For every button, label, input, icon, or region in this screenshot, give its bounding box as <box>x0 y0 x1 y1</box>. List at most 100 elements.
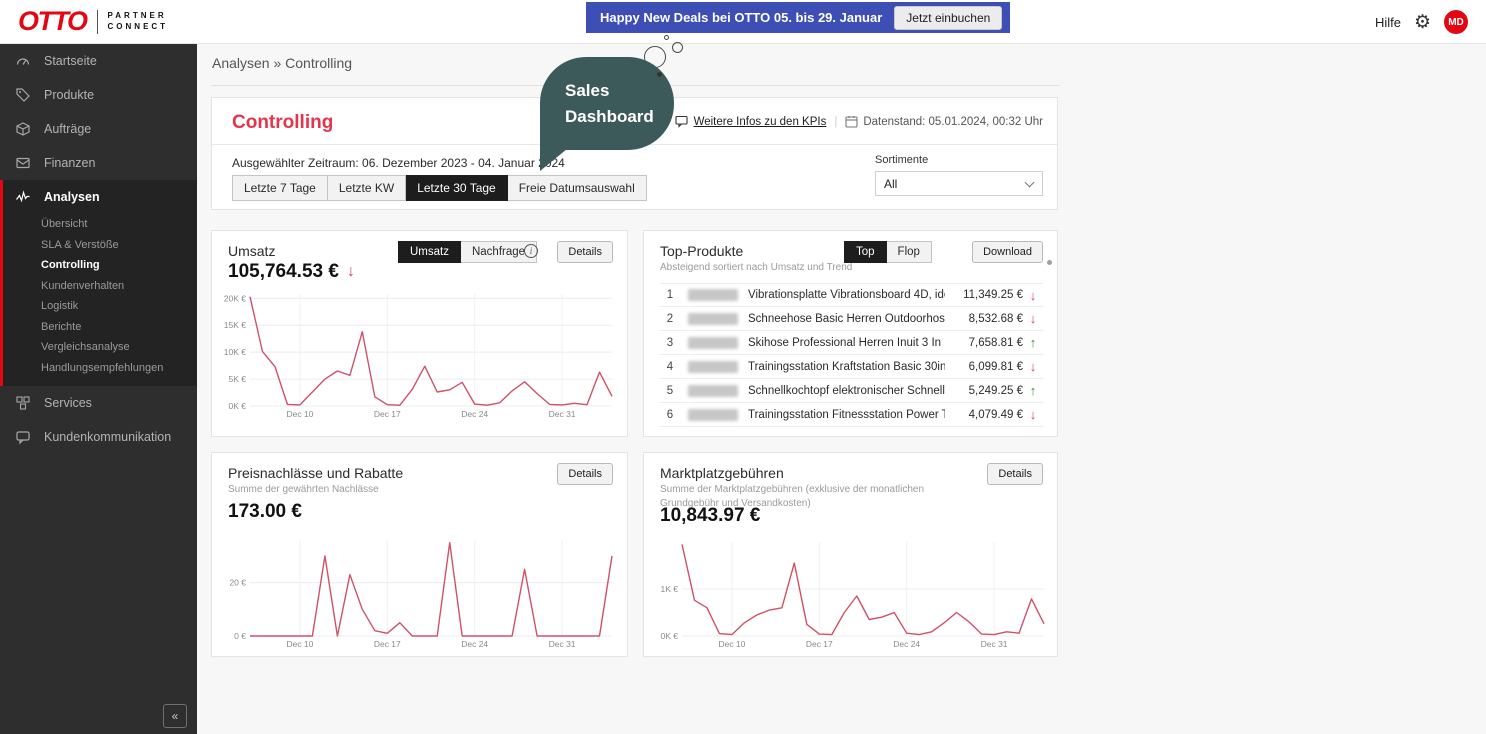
chevron-down-icon <box>1025 178 1035 188</box>
sidebar-item-finanzen[interactable]: Finanzen <box>0 146 197 180</box>
range-button-letzte-kw[interactable]: Letzte KW <box>328 175 406 201</box>
product-row[interactable]: 2 Schneehose Basic Herren Outdoorhose Re… <box>660 307 1043 331</box>
umsatz-card-title: Umsatz <box>228 243 275 259</box>
download-button[interactable]: Download <box>972 241 1043 263</box>
svg-text:Dec 10: Dec 10 <box>286 409 313 419</box>
jetzt-einbuchen-button[interactable]: Jetzt einbuchen <box>894 6 1002 30</box>
sidebar-subitem-sla-verstoesse[interactable]: SLA & Verstöße <box>3 235 197 256</box>
gebuehren-title: Marktplatzgebühren <box>660 465 784 481</box>
gear-icon[interactable]: ⚙ <box>1414 13 1431 32</box>
svg-text:0 €: 0 € <box>234 631 246 641</box>
links-separator: | <box>834 116 837 128</box>
sidebar-subitem-controlling[interactable]: Controlling <box>3 255 197 276</box>
toggle-top[interactable]: Top <box>844 241 887 263</box>
sidebar-item-produkte[interactable]: Produkte <box>0 78 197 112</box>
sales-dashboard-overlay: Sales Dashboard <box>540 55 700 185</box>
bubble-line1: Sales <box>565 81 609 100</box>
sidebar-subitem-uebersicht[interactable]: Übersicht <box>3 214 197 235</box>
svg-text:0K €: 0K € <box>661 631 679 641</box>
timeframe-label: Ausgewählter Zeitraum: 06. Dezember 2023… <box>232 156 565 170</box>
sidebar-item-analysen[interactable]: Analysen <box>3 180 197 214</box>
svg-text:5K €: 5K € <box>229 374 247 384</box>
sidebar-item-auftraege[interactable]: Aufträge <box>0 112 197 146</box>
chat-icon <box>15 429 31 445</box>
promo-banner-text: Happy New Deals bei OTTO 05. bis 29. Jan… <box>600 10 882 25</box>
product-id-blurred <box>688 289 738 301</box>
product-row[interactable]: 6 Trainingsstation Fitnessstation Power … <box>660 403 1043 427</box>
umsatz-nachfrage-toggle: Umsatz Nachfrage <box>398 241 537 263</box>
product-rank: 1 <box>660 289 680 301</box>
pulse-icon <box>15 189 31 205</box>
trend-arrow-icon: ↑ <box>1023 383 1043 398</box>
product-id-blurred <box>688 409 738 421</box>
product-row[interactable]: 3 Skihose Professional Herren Inuit 3 In… <box>660 331 1043 355</box>
subitem-label: Vergleichsanalyse <box>41 341 130 353</box>
top-produkte-subtitle: Absteigend sortiert nach Umsatz und Tren… <box>660 261 852 275</box>
rabatte-chart: Dec 10 Dec 17 Dec 24 Dec 31 0 € 20 € <box>218 535 620 651</box>
help-link[interactable]: Hilfe <box>1375 15 1401 30</box>
svg-text:20 €: 20 € <box>229 578 246 588</box>
umsatz-details-button[interactable]: Details <box>557 241 613 263</box>
product-id-blurred <box>688 385 738 397</box>
rabatte-details-button[interactable]: Details <box>557 463 613 485</box>
breadcrumb: Analysen » Controlling <box>212 55 352 71</box>
product-value: 7,658.81 € <box>945 337 1023 349</box>
sortimente-select[interactable]: All <box>875 171 1043 196</box>
page-title: Controlling <box>232 112 333 134</box>
gebuehren-value-text: 10,843.97 € <box>660 505 760 527</box>
sidebar-item-kundenkommunikation[interactable]: Kundenkommunikation <box>0 420 197 454</box>
otto-partner-connect-logo[interactable]: OTTO PARTNER CONNECT <box>18 8 168 35</box>
svg-text:Dec 17: Dec 17 <box>374 639 401 649</box>
subitem-label: Berichte <box>41 321 81 333</box>
rabatte-title: Preisnachlässe und Rabatte <box>228 465 403 481</box>
logo-subtitle: PARTNER CONNECT <box>108 11 169 33</box>
sidebar-subitem-handlungsempfehlungen[interactable]: Handlungsempfehlungen <box>3 358 197 379</box>
sidebar-subitem-kundenverhalten[interactable]: Kundenverhalten <box>3 276 197 297</box>
sidebar-item-startseite[interactable]: Startseite <box>0 44 197 78</box>
sidebar-subitem-vergleichsanalyse[interactable]: Vergleichsanalyse <box>3 337 197 358</box>
scroll-indicator-dot <box>1047 260 1052 265</box>
toggle-umsatz[interactable]: Umsatz <box>398 241 461 263</box>
product-rank: 5 <box>660 385 680 397</box>
range-button-letzte-30-tage[interactable]: Letzte 30 Tage <box>406 175 508 201</box>
product-name: Schnellkochtopf elektronischer Schnellko… <box>748 385 945 397</box>
product-name: Schneehose Basic Herren Outdoorhose Rex,… <box>748 313 945 325</box>
sidebar-item-label: Produkte <box>44 88 94 102</box>
sidebar-collapse-button[interactable]: « <box>163 704 187 728</box>
rabatte-subtitle: Summe der gewährten Nachlässe <box>228 483 379 497</box>
subitem-label: SLA & Verstöße <box>41 239 119 251</box>
svg-text:15K €: 15K € <box>224 320 246 330</box>
product-row[interactable]: 1 Vibrationsplatte Vibrationsboard 4D, i… <box>660 283 1043 307</box>
data-status-label: Datenstand: 05.01.2024, 00:32 Uhr <box>863 116 1043 128</box>
subitem-label: Übersicht <box>41 218 87 230</box>
product-list: 1 Vibrationsplatte Vibrationsboard 4D, i… <box>660 283 1043 427</box>
svg-text:10K €: 10K € <box>224 347 246 357</box>
otto-logo: OTTO <box>18 8 87 35</box>
calendar-icon <box>845 115 858 128</box>
header-links: Weitere Infos zu den KPIs | Datenstand: … <box>675 115 1043 128</box>
main-content: Analysen » Controlling Sales Dashboard C… <box>211 44 1060 734</box>
sidebar-subitem-logistik[interactable]: Logistik <box>3 296 197 317</box>
product-value: 11,349.25 € <box>945 289 1023 301</box>
user-avatar[interactable]: MD <box>1444 10 1468 34</box>
toggle-flop[interactable]: Flop <box>887 241 932 263</box>
trend-arrow-icon: ↓ <box>1023 407 1043 422</box>
info-icon[interactable]: i <box>524 244 538 258</box>
svg-text:Dec 17: Dec 17 <box>806 639 833 649</box>
sidebar-item-services[interactable]: Services <box>0 386 197 420</box>
gebuehren-details-button[interactable]: Details <box>987 463 1043 485</box>
trend-down-icon: ↓ <box>347 263 355 281</box>
sidebar-subitem-berichte[interactable]: Berichte <box>3 317 197 338</box>
range-button-letzte-7-tage[interactable]: Letzte 7 Tage <box>232 175 328 201</box>
top-produkte-title: Top-Produkte <box>660 243 743 259</box>
svg-text:Dec 10: Dec 10 <box>286 639 313 649</box>
product-row[interactable]: 4 Trainingsstation Kraftstation Basic 30… <box>660 355 1043 379</box>
product-rank: 2 <box>660 313 680 325</box>
trend-arrow-icon: ↑ <box>1023 335 1043 350</box>
product-row[interactable]: 5 Schnellkochtopf elektronischer Schnell… <box>660 379 1043 403</box>
svg-text:Dec 31: Dec 31 <box>549 639 576 649</box>
decorative-circle-small <box>672 42 683 53</box>
sidebar-nav: Startseite Produkte Aufträge Finanzen An… <box>0 44 197 734</box>
svg-text:Dec 10: Dec 10 <box>718 639 745 649</box>
svg-text:Dec 24: Dec 24 <box>461 639 488 649</box>
